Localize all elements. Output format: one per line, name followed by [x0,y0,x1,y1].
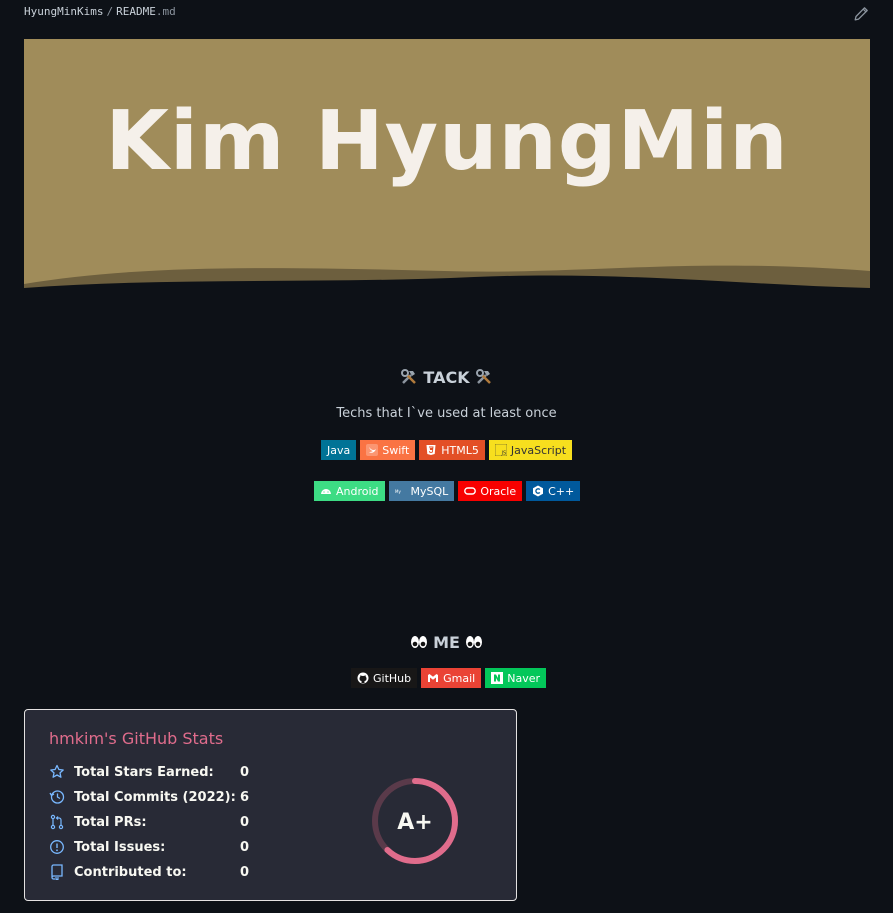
tech-badges-row-2: Android My MySQL Oracle C++ [314,481,581,501]
grade-ring: A+ [372,778,458,864]
eyes-icon [465,633,483,651]
pull-request-icon [50,814,64,830]
breadcrumb-file: README [116,5,156,18]
badge-github[interactable]: GitHub [351,668,418,688]
badge-label: GitHub [373,671,412,685]
html5-icon [425,444,437,456]
breadcrumb-separator: / [106,5,114,18]
tack-subtitle: Techs that I`ve used at least once [336,406,557,421]
badge-naver[interactable]: Naver [485,668,546,688]
tack-heading: TACK [0,368,893,387]
github-icon [357,672,369,684]
stat-row: Total Stars Earned: 0 [49,762,270,782]
stat-row: Total Commits (2022): 6 [49,787,270,807]
stat-value: 0 [240,864,250,880]
breadcrumb: HyungMinKims / README.md [24,5,176,18]
banner-title: Kim HyungMin [105,94,789,189]
header-banner: Kim HyungMin [24,39,870,288]
svg-text:My: My [395,489,401,494]
me-heading: ME [0,633,893,652]
stat-value: 0 [240,814,250,830]
tack-heading-text: TACK [423,368,470,387]
badge-label: C++ [548,484,575,498]
badge-label: Oracle [480,484,517,498]
edit-pencil-icon[interactable] [853,6,869,22]
issue-icon [50,840,64,854]
badge-swift[interactable]: Swift [360,440,416,460]
grade-text: A+ [397,810,432,835]
badge-label: HTML5 [441,443,479,457]
badge-html5[interactable]: HTML5 [419,440,485,460]
me-heading-text: ME [433,633,460,652]
badge-label: JavaScript [510,443,567,457]
github-stats-card[interactable]: hmkim's GitHub Stats Total Stars Earned:… [24,709,517,901]
android-icon [320,485,332,497]
stat-label: Total Stars Earned: [74,764,214,780]
tech-badges-row-1: Java Swift HTML5 JS JavaScript [321,440,573,460]
badge-mysql[interactable]: My MySQL [388,481,455,501]
swift-icon [366,444,379,456]
gmail-icon [427,672,439,684]
svg-text:JS: JS [500,451,506,457]
javascript-icon: JS [494,443,508,457]
badge-gmail[interactable]: Gmail [421,668,482,688]
badge-java[interactable]: Java [321,440,357,460]
cplusplus-icon [532,485,544,497]
badge-oracle[interactable]: Oracle [458,481,523,501]
badge-label: Gmail [443,671,476,685]
stat-row: Contributed to: 0 [49,862,270,882]
stat-value: 0 [240,839,250,855]
badge-label: Naver [507,671,540,685]
stat-row: Total Issues: 0 [49,837,270,857]
mysql-icon: My [395,485,407,497]
naver-icon [491,672,504,684]
badge-android[interactable]: Android [314,481,385,501]
badge-label: Java [327,443,351,457]
stats-title: hmkim's GitHub Stats [49,729,224,748]
hammer-wrench-icon [400,368,418,386]
badge-c[interactable]: C++ [526,481,581,501]
stat-value: 6 [240,789,250,805]
stat-label: Total PRs: [74,814,147,830]
stat-label: Total Commits (2022): [74,789,236,805]
breadcrumb-ext: .md [155,5,176,18]
badge-label: Swift [382,443,410,457]
history-icon [49,790,65,804]
breadcrumb-owner[interactable]: HyungMinKims [24,5,103,18]
stat-value: 0 [240,764,250,780]
star-icon [50,764,64,778]
contact-badges: GitHub Gmail Naver [351,668,546,688]
badge-label: MySQL [410,484,449,498]
eyes-icon [410,633,428,651]
stat-label: Contributed to: [74,864,187,880]
stat-label: Total Issues: [74,839,166,855]
badge-label: Android [336,484,379,498]
stat-row: Total PRs: 0 [49,812,270,832]
badge-javascript[interactable]: JS JavaScript [488,440,573,460]
repo-icon [51,864,63,880]
oracle-icon [464,485,477,497]
hammer-wrench-icon [475,368,493,386]
